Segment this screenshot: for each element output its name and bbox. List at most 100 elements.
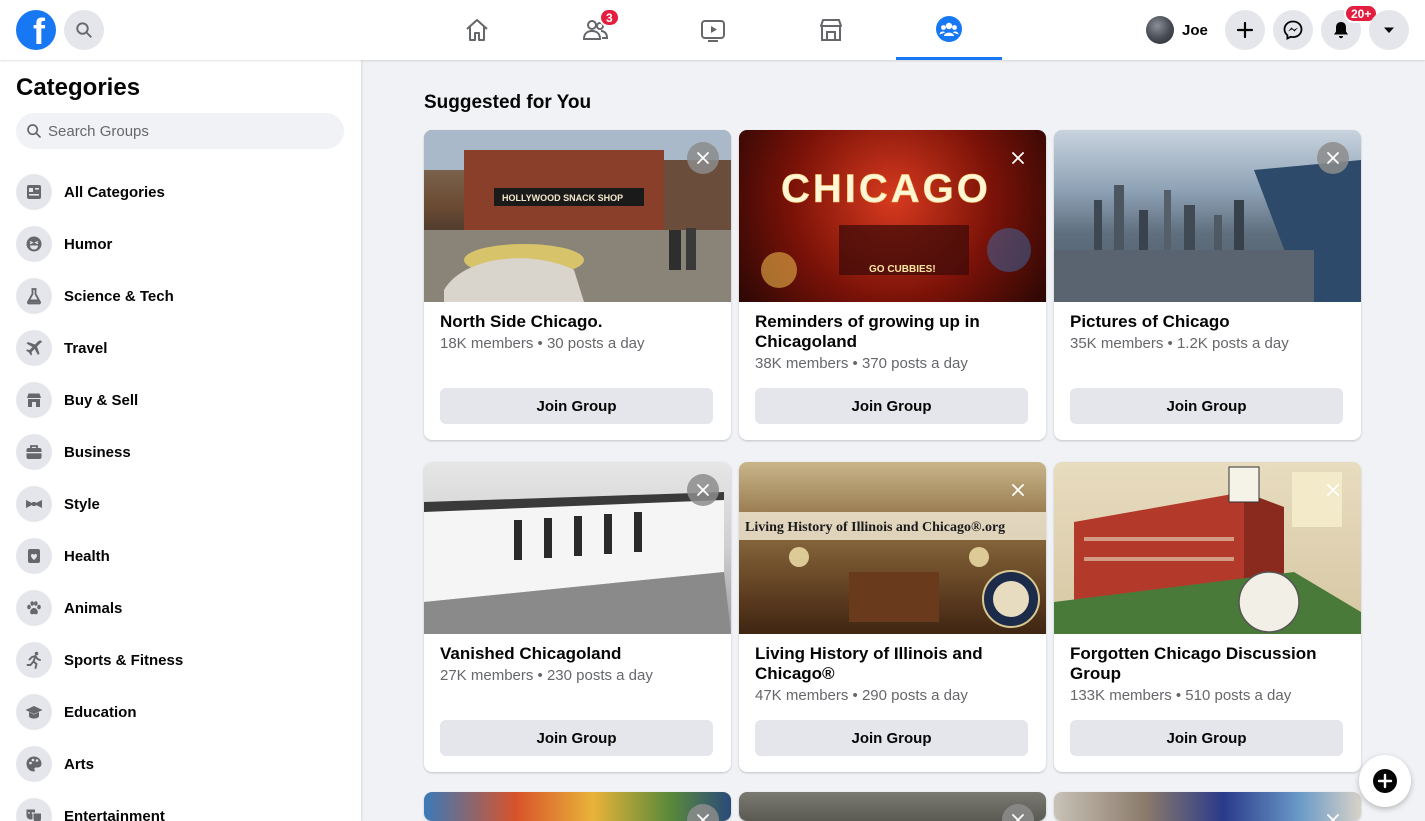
facebook-logo[interactable]: f (16, 10, 56, 50)
join-group-button[interactable]: Join Group (1070, 388, 1343, 424)
category-arts[interactable]: Arts (8, 738, 353, 790)
chicago-sign: CHICAGO (781, 167, 991, 211)
tab-groups[interactable] (896, 0, 1002, 60)
categories-icon (16, 174, 52, 210)
category-label: Humor (64, 235, 113, 253)
category-education[interactable]: Education (8, 686, 353, 738)
dismiss-button[interactable] (1002, 474, 1034, 506)
tab-watch[interactable] (660, 0, 766, 60)
account-menu-button[interactable] (1369, 10, 1409, 50)
dismiss-button[interactable] (687, 474, 719, 506)
group-card[interactable]: HOLLYWOOD SNACK SHOP North Side Chicago.… (424, 130, 731, 440)
group-cover-image (739, 792, 1046, 821)
search-groups-input[interactable] (48, 122, 318, 140)
category-label: Animals (64, 599, 123, 617)
category-entertainment[interactable]: Entertainment (8, 790, 353, 821)
group-card[interactable]: CHICAGO GO CUBBIES! Reminders of growing… (739, 130, 1046, 440)
video-icon (701, 20, 725, 42)
group-name[interactable]: Pictures of Chicago (1070, 312, 1345, 332)
group-name[interactable]: North Side Chicago. (440, 312, 715, 332)
search-button[interactable] (64, 10, 104, 50)
theater-masks-icon (16, 798, 52, 821)
bowtie-icon (16, 486, 52, 522)
category-animals[interactable]: Animals (8, 582, 353, 634)
graduation-cap-icon (16, 694, 52, 730)
group-name[interactable]: Reminders of growing up in Chicagoland (755, 312, 1030, 352)
group-stats: 38K members • 370 posts a day (755, 355, 968, 372)
dismiss-button[interactable] (1317, 804, 1349, 821)
group-stats: 47K members • 290 posts a day (755, 687, 968, 704)
banner-text: Living History of Illinois and Chicago®.… (745, 520, 1005, 535)
category-label: Style (64, 495, 100, 513)
group-card[interactable]: Pictures of Chicago 35K members • 1.2K p… (1054, 130, 1361, 440)
groups-icon (936, 15, 962, 42)
join-group-button[interactable]: Join Group (755, 720, 1028, 756)
friends-badge: 3 (599, 8, 620, 27)
caret-down-icon (1384, 27, 1394, 33)
storefront-sign: HOLLYWOOD SNACK SHOP (502, 193, 623, 203)
dismiss-button[interactable] (1317, 474, 1349, 506)
category-health[interactable]: Health (8, 530, 353, 582)
group-card[interactable]: Vanished Chicagoland 27K members • 230 p… (424, 462, 731, 772)
category-business[interactable]: Business (8, 426, 353, 478)
palette-icon (16, 746, 52, 782)
briefcase-icon (16, 434, 52, 470)
close-icon (1327, 484, 1339, 496)
notifications-button[interactable]: 20+ (1321, 4, 1379, 50)
category-travel[interactable]: Travel (8, 322, 353, 374)
group-name[interactable]: Forgotten Chicago Discussion Group (1070, 644, 1345, 684)
dismiss-button[interactable] (1002, 804, 1034, 821)
group-stats: 133K members • 510 posts a day (1070, 687, 1292, 704)
tab-home[interactable] (424, 0, 530, 60)
category-label: Arts (64, 755, 95, 773)
group-card[interactable] (424, 792, 731, 821)
group-name[interactable]: Vanished Chicagoland (440, 644, 715, 664)
category-all-categories[interactable]: All Categories (8, 166, 353, 218)
join-group-button[interactable]: Join Group (440, 388, 713, 424)
tab-friends[interactable]: 3 (542, 0, 648, 60)
heart-bandage-icon (16, 538, 52, 574)
messenger-icon (1283, 20, 1303, 40)
running-icon (16, 642, 52, 678)
dismiss-button[interactable] (687, 804, 719, 821)
group-cover-image: HOLLYWOOD SNACK SHOP (424, 130, 731, 302)
category-label: Entertainment (64, 807, 165, 821)
storefront-icon (16, 382, 52, 418)
section-title: Suggested for You (424, 92, 592, 113)
dismiss-button[interactable] (687, 142, 719, 174)
profile-button[interactable]: Joe (1140, 12, 1220, 48)
group-card[interactable]: Living History of Illinois and Chicago®.… (739, 462, 1046, 772)
category-sports-fitness[interactable]: Sports & Fitness (8, 634, 353, 686)
close-icon (1012, 484, 1024, 496)
close-icon (1327, 152, 1339, 164)
dismiss-button[interactable] (1317, 142, 1349, 174)
category-humor[interactable]: Humor (8, 218, 353, 270)
plus-icon (1236, 21, 1254, 39)
category-style[interactable]: Style (8, 478, 353, 530)
search-groups-box[interactable] (16, 113, 344, 149)
tab-marketplace[interactable] (778, 0, 884, 60)
group-card[interactable] (1054, 792, 1361, 821)
sidebar-title: Categories (16, 74, 141, 101)
group-name[interactable]: Living History of Illinois and Chicago® (755, 644, 1030, 684)
category-label: Science & Tech (64, 287, 174, 305)
dismiss-button[interactable] (1002, 142, 1034, 174)
group-cover-image (424, 792, 731, 821)
join-group-button[interactable]: Join Group (440, 720, 713, 756)
new-message-button[interactable] (1359, 755, 1411, 807)
close-icon (1012, 152, 1024, 164)
join-group-button[interactable]: Join Group (1070, 720, 1343, 756)
group-card[interactable] (739, 792, 1046, 821)
create-button[interactable] (1225, 10, 1265, 50)
category-label: Business (64, 443, 131, 461)
join-group-button[interactable]: Join Group (755, 388, 1028, 424)
close-icon (697, 484, 709, 496)
close-icon (697, 152, 709, 164)
category-label: Health (64, 547, 110, 565)
group-card[interactable]: Forgotten Chicago Discussion Group 133K … (1054, 462, 1361, 772)
messenger-button[interactable] (1273, 10, 1313, 50)
group-stats: 27K members • 230 posts a day (440, 667, 653, 684)
category-science-tech[interactable]: Science & Tech (8, 270, 353, 322)
category-buy-sell[interactable]: Buy & Sell (8, 374, 353, 426)
category-label: All Categories (64, 183, 165, 201)
